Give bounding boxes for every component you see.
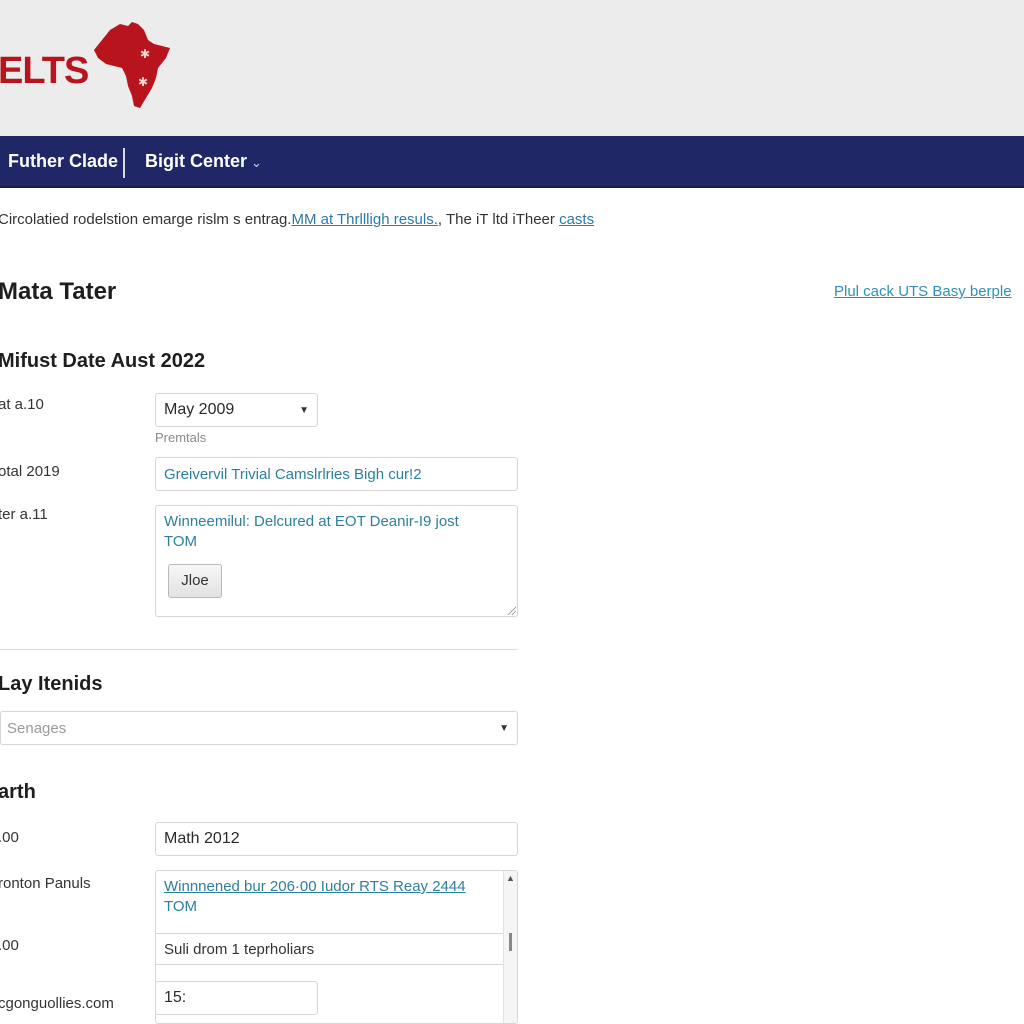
row-label: cgonguollies.com	[0, 995, 114, 1012]
month-select[interactable]: May 2009 ▼	[155, 393, 318, 427]
section-title-arth: arth	[0, 781, 36, 803]
row-label: .00	[0, 937, 19, 954]
map-star-icon: ✱	[140, 47, 150, 61]
nav-item-label: Bigit Center	[145, 151, 248, 171]
resize-handle-icon[interactable]	[506, 605, 516, 615]
list-item[interactable]: Suli drom 1 teprholiars	[156, 933, 504, 965]
row-label: otal 2019	[0, 463, 60, 480]
caret-down-icon: ▼	[299, 404, 309, 416]
senages-select[interactable]: Senages ▼	[0, 711, 518, 745]
list-item-link[interactable]: Winnnened bur 206·00 Iudor RTS Reay 2444	[164, 878, 466, 895]
small-number-input[interactable]: 15:	[155, 981, 318, 1015]
right-help-link[interactable]: Plul cack UTS Basy berple	[834, 283, 1012, 300]
notice-link-casts[interactable]: casts	[559, 211, 594, 228]
row-label: at a.10	[0, 396, 44, 413]
top-banner: ELTS ✱ ✱	[0, 0, 1024, 136]
main-navbar: Futher Clade Bigit Center ⌄	[0, 136, 1024, 188]
section-title-date: Mifust Date Aust 2022	[0, 350, 206, 372]
list-item[interactable]: Winnnened bur 206·00 Iudor RTS Reay 2444…	[164, 877, 504, 917]
section-divider	[0, 649, 518, 650]
scroll-thumb[interactable]	[509, 933, 512, 951]
chevron-down-icon: ⌄	[251, 155, 262, 170]
math-input[interactable]: Math 2012	[155, 822, 518, 856]
notice-link-results[interactable]: MM at Thrllligh resuls.	[291, 211, 437, 228]
section-title-lay-itenids: Lay Itenids	[0, 673, 103, 695]
caret-down-icon: ▼	[499, 722, 509, 734]
notes-textarea[interactable]: Winneemilul: Delcured at EOT Deanir-I9 j…	[155, 505, 518, 617]
text-input[interactable]: Greivervil Trivial Camslrlries Bigh cur!…	[155, 457, 518, 491]
month-select-value: May 2009	[164, 401, 235, 418]
field-hint: Premtals	[155, 430, 207, 445]
row-label: .00	[0, 829, 19, 846]
africa-map-logo-icon: ✱ ✱	[94, 22, 170, 108]
jloe-button[interactable]: Jloe	[168, 564, 222, 598]
notice-text-before: Circolatied rodelstion emarge rislm s en…	[0, 211, 292, 228]
notice-text: Circolatied rodelstion emarge rislm s en…	[0, 211, 594, 228]
row-label: ter a.11	[0, 506, 48, 523]
notice-text-middle: , The iT ltd iTheer	[437, 211, 560, 228]
nav-item-bigit-center[interactable]: Bigit Center ⌄	[145, 151, 262, 172]
textarea-value: Winneemilul: Delcured at EOT Deanir-I9 j…	[164, 513, 459, 550]
list-item-cont: TOM	[164, 898, 198, 915]
nav-item-futher-clade[interactable]: Futher Clade	[8, 151, 118, 172]
map-star-icon: ✱	[138, 75, 148, 89]
nav-divider	[123, 148, 125, 178]
listbox-scrollbar[interactable]: ▲	[503, 871, 517, 1023]
select-placeholder: Senages	[7, 719, 67, 737]
row-label: ronton Panuls	[0, 875, 91, 892]
scroll-up-icon[interactable]: ▲	[504, 873, 517, 887]
logo-text: ELTS	[0, 50, 89, 92]
page-title: Mata Tater	[0, 278, 117, 305]
